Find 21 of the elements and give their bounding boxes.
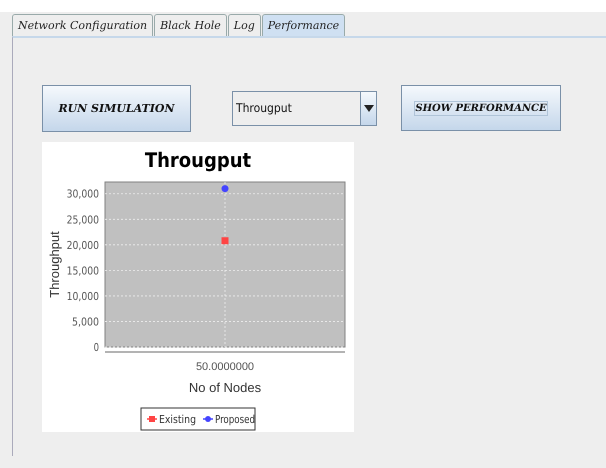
y-axis-title: Throughput (47, 231, 62, 298)
legend-label: Proposed (215, 413, 261, 426)
run-simulation-button[interactable]: RUN SIMULATION (42, 84, 191, 132)
y-tick-label: 0 (94, 341, 100, 354)
tab[interactable]: Log (228, 14, 261, 36)
show-performance-button[interactable]: SHOW PERFORMANCE (401, 85, 561, 131)
tab[interactable]: Network Configuration (12, 14, 154, 36)
y-tick-label: 20,000 (66, 238, 102, 252)
tab[interactable]: Performance (262, 14, 346, 36)
y-tick-label: 15,000 (66, 264, 102, 278)
x-axis-title: No of Nodes (188, 380, 262, 395)
legend-label: Existing (159, 413, 198, 426)
dropdown-arrow-icon (364, 104, 374, 112)
y-tick-label: 10,000 (66, 290, 102, 303)
metric-dropdown[interactable]: Througput (232, 90, 377, 126)
y-tick-label: 25,000 (66, 213, 102, 226)
chart-title: Througput (144, 148, 252, 172)
y-tick-label: 30,000 (66, 188, 102, 201)
y-tick-label: 5,000 (72, 315, 100, 328)
tab[interactable]: Black Hole (154, 14, 227, 36)
x-tick-label: 50.0000000 (196, 361, 254, 373)
